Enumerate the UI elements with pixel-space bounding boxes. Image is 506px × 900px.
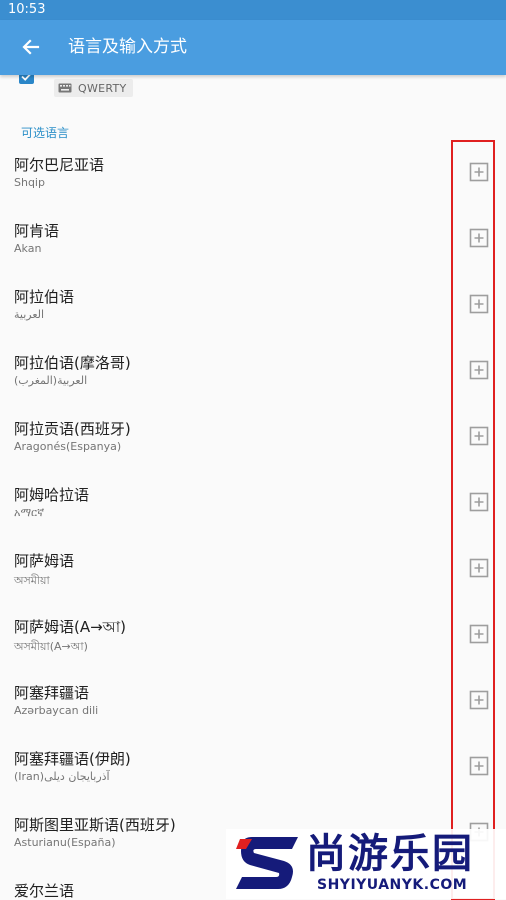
plus-square-icon[interactable] xyxy=(469,756,489,776)
language-name: 阿拉伯语(摩洛哥) xyxy=(14,354,131,372)
language-native-name: العربية xyxy=(14,308,45,321)
keyboard-icon xyxy=(58,83,72,93)
keyboard-layout-chip[interactable]: QWERTY xyxy=(54,79,133,97)
list-item[interactable]: 阿塞拜疆语 Azərbaycan dili xyxy=(0,669,506,735)
plus-square-icon[interactable] xyxy=(469,360,489,380)
language-name: 阿姆哈拉语 xyxy=(14,486,90,504)
language-enabled-checkbox[interactable] xyxy=(19,75,34,84)
arrow-left-icon xyxy=(22,39,40,55)
plus-square-icon[interactable] xyxy=(469,162,489,182)
plus-square-icon[interactable] xyxy=(469,690,489,710)
language-name: 阿肯语 xyxy=(14,222,60,240)
list-item[interactable]: 阿拉贡语(西班牙) Aragonés(Espanya) xyxy=(0,405,506,471)
list-item[interactable]: 阿萨姆语 অসমীয়া xyxy=(0,537,506,603)
plus-square-icon[interactable] xyxy=(469,294,489,314)
list-item[interactable]: 阿尔巴尼亚语 Shqip xyxy=(0,141,506,207)
list-item[interactable]: 阿姆哈拉语 አማርኛ xyxy=(0,471,506,537)
language-native-name: Shqip xyxy=(14,176,45,189)
language-native-name: (Iran)آذربایجان دیلی xyxy=(14,770,110,783)
plus-square-icon[interactable] xyxy=(469,228,489,248)
list-item[interactable]: 阿拉伯语 العربية xyxy=(0,273,506,339)
language-name: 阿塞拜疆语 xyxy=(14,684,90,702)
language-name: 阿萨姆语 xyxy=(14,552,75,570)
language-native-name: Asturianu(España) xyxy=(14,836,116,849)
language-name: 阿拉伯语 xyxy=(14,288,75,306)
plus-square-icon[interactable] xyxy=(469,426,489,446)
watermark: 尚游乐园 SHYIYUANYK.COM xyxy=(226,829,506,899)
available-languages-header: 可选语言 xyxy=(21,126,70,140)
status-time: 10:53 xyxy=(8,2,46,17)
language-native-name: العربية(المغرب) xyxy=(14,374,88,387)
language-native-name: Aragonés(Espanya) xyxy=(14,440,122,453)
language-native-name: অসমীয়া(A→আ) xyxy=(14,640,88,653)
keyboard-layout-label: QWERTY xyxy=(78,81,127,95)
site-logo-icon xyxy=(236,837,298,889)
language-name: 阿尔巴尼亚语 xyxy=(14,156,105,174)
available-language-list: 阿尔巴尼亚语 Shqip 阿肯语 Akan 阿拉伯语 العربية 阿拉伯语(… xyxy=(0,141,506,899)
language-native-name: Azərbaycan dili xyxy=(14,704,99,717)
list-item[interactable]: 阿肯语 Akan xyxy=(0,207,506,273)
list-item[interactable]: 阿萨姆语(A→আ) অসমীয়া(A→আ) xyxy=(0,603,506,669)
plus-square-icon[interactable] xyxy=(469,492,489,512)
plus-square-icon[interactable] xyxy=(469,558,489,578)
status-bar: 10:53 xyxy=(0,0,506,20)
language-name: 爱尔兰语 xyxy=(14,882,75,899)
plus-square-icon[interactable] xyxy=(469,624,489,644)
check-icon xyxy=(21,75,31,81)
list-item[interactable]: 阿拉伯语(摩洛哥) العربية(المغرب) xyxy=(0,339,506,405)
language-name: 阿拉贡语(西班牙) xyxy=(14,420,131,438)
app-bar: 语言及输入方式 xyxy=(0,20,506,75)
page-title: 语言及输入方式 xyxy=(68,37,187,57)
language-settings-list[interactable]: QWERTY 可选语言 阿尔巴尼亚语 Shqip 阿肯语 Akan 阿拉伯语 ا… xyxy=(0,75,506,899)
language-name: 阿斯图里亚斯语(西班牙) xyxy=(14,816,176,834)
list-item[interactable]: 阿塞拜疆语(伊朗) (Iran)آذربایجان دیلی xyxy=(0,735,506,801)
watermark-url: SHYIYUANYK.COM xyxy=(317,877,468,893)
language-native-name: አማርኛ xyxy=(14,506,45,519)
enabled-language-row: QWERTY xyxy=(0,75,506,115)
language-native-name: অসমীয়া xyxy=(14,574,50,587)
language-name: 阿塞拜疆语(伊朗) xyxy=(14,750,131,768)
watermark-text: 尚游乐园 xyxy=(306,831,474,877)
language-native-name: Akan xyxy=(14,242,42,255)
back-button[interactable] xyxy=(18,34,44,60)
